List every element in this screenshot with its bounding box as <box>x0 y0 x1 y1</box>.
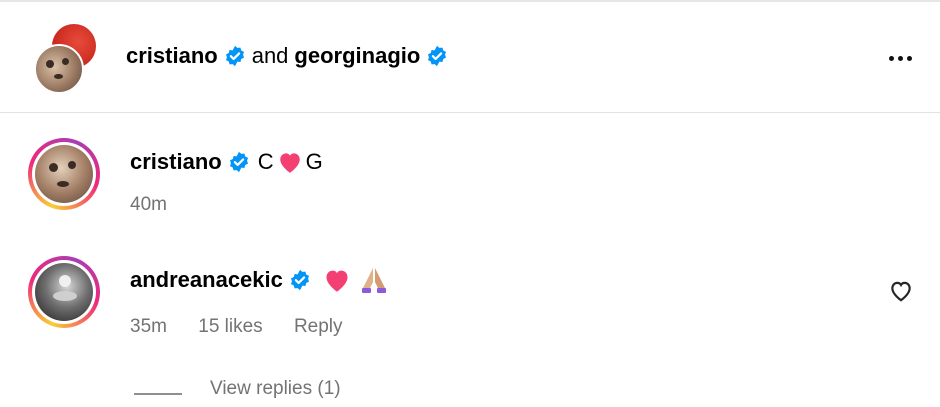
header-divider <box>0 112 940 113</box>
comment-text: C G <box>258 149 323 175</box>
comment-row-2: andreanacekic <box>130 264 389 296</box>
header-user1[interactable]: cristiano <box>126 43 218 69</box>
more-options-icon[interactable] <box>882 46 918 70</box>
verified-badge-icon <box>225 45 244 67</box>
header-user2[interactable]: georginagio <box>294 43 420 69</box>
comment-time: 35m <box>130 316 167 337</box>
comment-text-after: G <box>305 149 323 174</box>
comment-avatar-cristiano[interactable] <box>28 138 100 210</box>
comment-row-1: cristiano C G <box>130 146 323 178</box>
comment-meta-1: 40m <box>130 194 193 216</box>
comment-username[interactable]: cristiano <box>130 149 222 175</box>
header-title: cristiano and georginagio <box>126 40 448 72</box>
heart-icon[interactable] <box>888 278 914 304</box>
avatar-cristiano <box>34 44 84 94</box>
reply-button[interactable]: Reply <box>294 316 343 337</box>
comment-meta-2: 35m 15 likes Reply <box>130 316 369 338</box>
collab-avatars[interactable] <box>34 24 98 94</box>
view-replies-label: View replies (1) <box>210 378 341 399</box>
view-replies-button[interactable]: View replies (1) <box>134 378 341 400</box>
header-conjunction: and <box>251 43 289 68</box>
heart-emoji-icon <box>326 270 348 292</box>
comment-avatar-andreanacekic[interactable] <box>28 256 100 328</box>
heart-emoji-icon <box>279 153 300 173</box>
comment-text <box>319 266 389 294</box>
comment-text-before: C <box>257 149 274 174</box>
verified-badge-icon <box>229 151 248 173</box>
post-header: cristiano and georginagio <box>0 2 940 112</box>
prayer-hands-icon <box>361 268 386 293</box>
comment-likes[interactable]: 15 likes <box>198 316 262 337</box>
verified-badge-icon <box>290 269 309 291</box>
view-replies-line <box>134 393 182 395</box>
verified-badge-icon <box>428 45 447 67</box>
comment-time: 40m <box>130 194 167 215</box>
comment-username[interactable]: andreanacekic <box>130 267 283 293</box>
